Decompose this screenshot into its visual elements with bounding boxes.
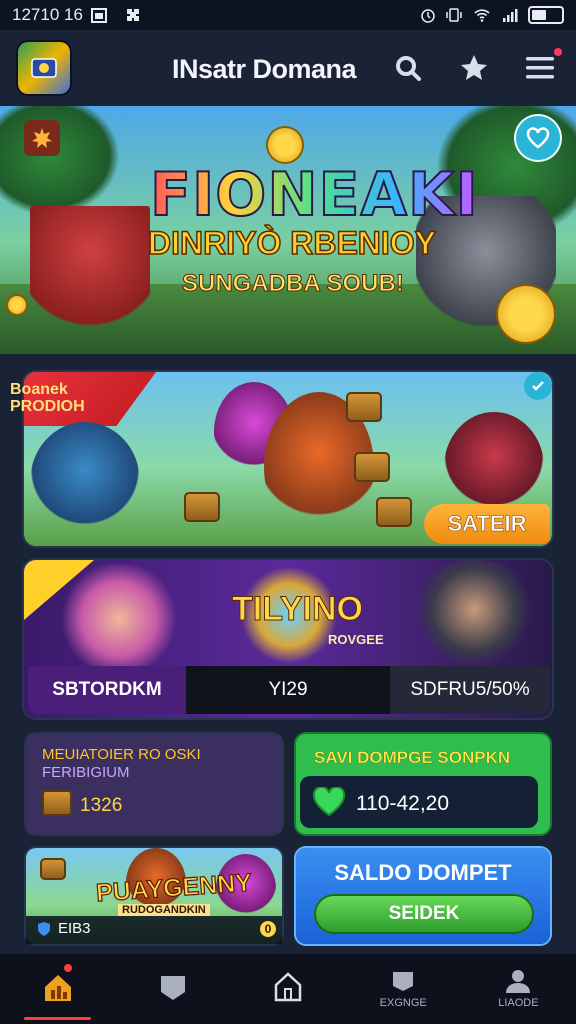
heart-check-icon [526, 127, 550, 149]
event-subtitle: ROVGEE [328, 632, 384, 647]
status-bar: 12710 16 [0, 0, 576, 30]
shield-badge-icon [38, 921, 50, 936]
nav-profile[interactable]: LIAODE [461, 954, 576, 1024]
wallet-balance-title: SAVI DOMPGE SONPKN [314, 748, 511, 767]
hero-title: FIONEAKI [149, 159, 479, 231]
promo-ribbon-label: Boanek PRODIOH [10, 381, 85, 415]
search-icon [396, 56, 421, 81]
promo-start-button[interactable]: SATEIR [424, 504, 550, 544]
game-logo-icon [31, 58, 57, 78]
battery-icon [528, 6, 564, 24]
wallet-title: SALDO DOMPET [334, 860, 512, 885]
exchange-icon [393, 972, 414, 991]
game-coin-badge: 0 [260, 921, 276, 937]
nav-home[interactable] [0, 954, 115, 1024]
wallet-balance-value: 110-42,20 [356, 792, 450, 815]
game-stat-value: EIB3 [58, 920, 91, 937]
stats-title-line1: MEUIATOIER RO OSKI [42, 746, 201, 763]
vibrate-icon [446, 8, 462, 22]
chest-icon [42, 790, 72, 816]
event-tab-1[interactable]: SBTORDKM [28, 666, 186, 714]
burst-icon [32, 128, 52, 148]
menu-icon [526, 57, 554, 79]
event-title: TILYINO [232, 590, 364, 629]
heart-icon [312, 787, 346, 817]
stats-title: MEUIATOIER RO OSKI FERIBIGIUM [42, 746, 272, 782]
game-stat: EIB3 [36, 920, 91, 937]
game-subtitle: RUDOGANDKIN [118, 904, 210, 916]
profile-icon [506, 970, 531, 993]
nav-exchange[interactable]: EXGNGE [346, 954, 461, 1024]
check-icon [532, 381, 544, 391]
nav-profile-label: LIAODE [498, 997, 539, 1009]
bottom-nav: EXGNGE LIAODE [0, 954, 576, 1024]
event-tab-2[interactable]: YI29 [186, 666, 390, 714]
menu-button[interactable] [522, 48, 562, 86]
event-tab-3[interactable]: SDFRU5/50% [390, 666, 550, 714]
nav-shield[interactable] [115, 954, 230, 1024]
notification-dot [554, 48, 562, 56]
hero-subtitle: DINRIYÒ RBENIOY [147, 224, 437, 262]
nav-exchange-label: EXGNGE [379, 997, 427, 1009]
shield-icon [160, 976, 185, 1000]
wallet-select-button[interactable]: SEIDEK [314, 894, 534, 934]
app-bar: INsatr Domana [0, 30, 576, 106]
nav-home-dot [64, 964, 72, 972]
puzzle-icon [126, 9, 139, 21]
nav-house[interactable] [230, 954, 345, 1024]
calendar-icon [90, 8, 107, 23]
house-icon [274, 972, 302, 1002]
promo-badge[interactable] [524, 372, 552, 400]
hero-corner-badge [24, 120, 60, 156]
wifi-icon [474, 9, 490, 22]
app-title: INsatr Domana [172, 54, 357, 84]
signal-icon [503, 9, 518, 22]
stats-value: 1326 [80, 795, 123, 816]
status-time: 12710 16 [12, 5, 83, 24]
star-icon [461, 55, 487, 80]
app-logo[interactable] [18, 42, 70, 94]
stats-title-line2: FERIBIGIUM [42, 764, 130, 781]
alarm-icon [421, 9, 435, 23]
hero-tagline: SUNGADBA SOUB! [182, 270, 405, 298]
event-info-bar: SBTORDKM YI29 SDFRU5/50% [28, 666, 550, 714]
home-chart-icon [44, 975, 71, 1001]
hero-share-button[interactable] [516, 116, 560, 160]
favorites-button[interactable] [456, 50, 492, 86]
search-button[interactable] [390, 50, 426, 86]
